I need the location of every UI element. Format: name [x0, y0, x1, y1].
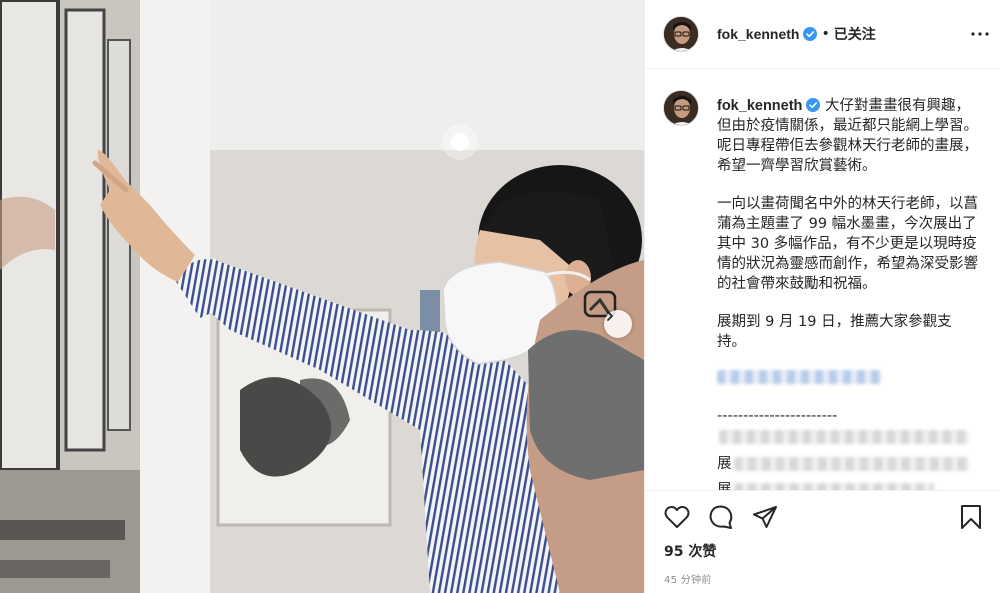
header-username[interactable]: fok_kenneth — [717, 26, 799, 42]
photo-illustration — [0, 0, 644, 593]
blurred-text-row: 展 — [717, 454, 979, 474]
heart-icon — [664, 505, 690, 528]
blurred-line-prefix: 展 — [717, 456, 732, 472]
caption-row: fok_kenneth 大仔對畫畫很有興趣，但由於疫情關係，最近都只能網上學習。… — [663, 90, 985, 490]
blurred-text-row: 展 — [717, 480, 979, 490]
bookmark-icon — [961, 505, 981, 529]
like-count[interactable]: 95 次赞 — [645, 541, 1000, 561]
caption-avatar-image — [664, 91, 698, 125]
caption-paragraph-1: fok_kenneth 大仔對畫畫很有興趣，但由於疫情關係，最近都只能網上學習。… — [717, 96, 979, 176]
post-timestamp[interactable]: 45 分钟前 — [645, 571, 1000, 586]
blurred-line-prefix: 展 — [717, 482, 732, 490]
header-dot-separator: • — [821, 26, 830, 42]
next-image-button[interactable] — [604, 310, 632, 338]
blurred-link[interactable] — [717, 370, 882, 384]
verified-badge-icon — [803, 27, 818, 41]
caption-avatar[interactable] — [663, 90, 699, 126]
post-photo — [0, 0, 644, 593]
action-icons-row — [645, 491, 1000, 543]
comment-button[interactable] — [707, 503, 735, 531]
blurred-text-line — [733, 483, 934, 490]
blurred-text-line — [733, 457, 969, 471]
caption-paragraph-3: 展期到 9 月 19 日，推薦大家參觀支持。 — [717, 314, 952, 350]
follow-status-button[interactable]: 已关注 — [834, 24, 876, 44]
caption-area: fok_kenneth 大仔對畫畫很有興趣，但由於疫情關係，最近都只能網上學習。… — [645, 70, 1000, 490]
post-header: fok_kenneth • 已关注 — [645, 0, 1000, 69]
share-icon — [753, 506, 777, 528]
caption-text: fok_kenneth 大仔對畫畫很有興趣，但由於疫情關係，最近都只能網上學習。… — [717, 96, 979, 490]
more-options-button[interactable] — [968, 22, 992, 46]
like-button[interactable] — [663, 503, 691, 531]
chevron-right-icon — [607, 311, 613, 321]
post-actions: 95 次赞 45 分钟前 — [645, 490, 1000, 593]
verified-badge-icon — [806, 98, 821, 112]
more-options-icon — [971, 32, 989, 36]
avatar-image — [664, 17, 698, 51]
caption-separator: ----------------------- — [717, 408, 838, 424]
save-button[interactable] — [957, 503, 985, 531]
share-button[interactable] — [751, 503, 779, 531]
blurred-text-line — [719, 430, 969, 444]
caption-username[interactable]: fok_kenneth — [717, 98, 802, 114]
caption-paragraph-2: 一向以畫荷聞名中外的林天行老師，以菖蒲為主題畫了 99 幅水墨畫，今次展出了其中… — [717, 196, 978, 292]
avatar[interactable] — [663, 16, 699, 52]
comment-icon — [709, 505, 733, 529]
post-side-panel: fok_kenneth • 已关注 fok_kenneth 大仔對畫畫很有興趣，… — [644, 0, 1000, 593]
